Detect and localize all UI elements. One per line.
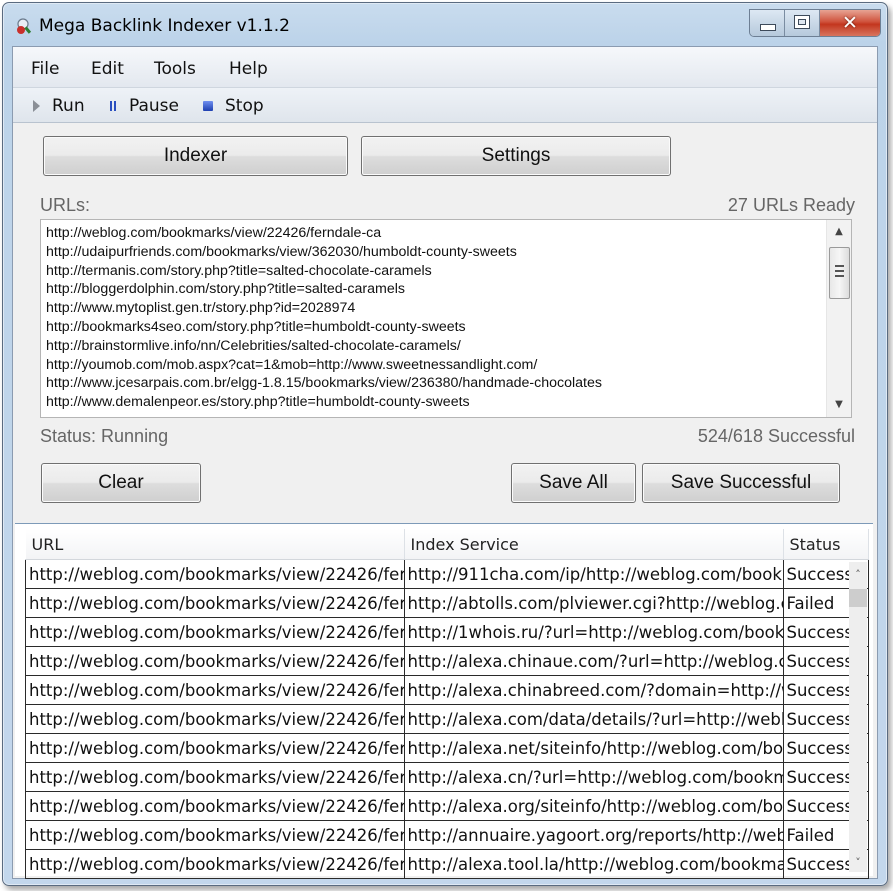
cell-index-service: http://alexa.org/siteinfo/http://weblog.… bbox=[403, 791, 784, 821]
stop-icon bbox=[203, 101, 213, 111]
cell-index-service: http://alexa.tool.la/http://weblog.com/b… bbox=[403, 849, 784, 879]
cell-index-service: http://alexa.cn/?url=http://weblog.com/b… bbox=[403, 762, 784, 792]
table-row[interactable]: http://weblog.com/bookmarks/view/22426/f… bbox=[25, 762, 869, 792]
cell-index-service: http://alexa.chinaue.com/?url=http://web… bbox=[403, 646, 784, 676]
table-row[interactable]: http://weblog.com/bookmarks/view/22426/f… bbox=[25, 617, 869, 647]
table-scroll-thumb[interactable] bbox=[849, 589, 867, 607]
url-line: http://www.mytoplist.gen.tr/story.php?id… bbox=[46, 300, 356, 317]
menu-tools[interactable]: Tools bbox=[154, 59, 196, 79]
table-row[interactable]: http://weblog.com/bookmarks/view/22426/f… bbox=[25, 675, 869, 705]
url-line: http://bookmarks4seo.com/story.php?title… bbox=[46, 318, 466, 335]
url-line: http://termanis.com/story.php?title=salt… bbox=[46, 262, 432, 279]
window-controls: ✕ bbox=[749, 9, 881, 37]
pause-label: Pause bbox=[129, 96, 179, 116]
table-scroll-up-icon[interactable]: ˄ bbox=[849, 566, 867, 584]
save-all-button[interactable]: Save All bbox=[511, 463, 636, 503]
cell-url: http://weblog.com/bookmarks/view/22426/f… bbox=[25, 588, 405, 618]
url-list: http://weblog.com/bookmarks/view/22426/f… bbox=[46, 224, 824, 414]
urls-textarea[interactable]: http://weblog.com/bookmarks/view/22426/f… bbox=[40, 219, 852, 418]
cell-url: http://weblog.com/bookmarks/view/22426/f… bbox=[25, 733, 405, 763]
grip-icon bbox=[835, 265, 844, 277]
menu-file[interactable]: File bbox=[31, 59, 59, 79]
minimize-button[interactable] bbox=[750, 10, 785, 36]
run-button[interactable]: Run bbox=[33, 96, 85, 116]
save-successful-button[interactable]: Save Successful bbox=[642, 463, 840, 503]
cell-url: http://weblog.com/bookmarks/view/22426/f… bbox=[25, 617, 405, 647]
maximize-button[interactable] bbox=[785, 10, 820, 36]
urls-scrollbar[interactable]: ▲ ▼ bbox=[826, 220, 851, 417]
column-header-status[interactable]: Status bbox=[783, 529, 869, 560]
column-header-index-service[interactable]: Index Service bbox=[404, 529, 784, 560]
play-icon bbox=[33, 100, 40, 112]
close-button[interactable]: ✕ bbox=[820, 10, 880, 36]
cell-url: http://weblog.com/bookmarks/view/22426/f… bbox=[25, 820, 405, 850]
results-table: URL Index Service Status http://weblog.c… bbox=[25, 529, 869, 879]
cell-url: http://weblog.com/bookmarks/view/22426/f… bbox=[25, 791, 405, 821]
app-window: Mega Backlink Indexer v1.1.2 ✕ File Edit… bbox=[2, 2, 888, 886]
status-text: Status: Running bbox=[40, 426, 169, 446]
table-scrollbar[interactable]: ˄ ˅ bbox=[849, 562, 867, 872]
table-row[interactable]: http://weblog.com/bookmarks/view/22426/f… bbox=[25, 588, 869, 618]
urls-ready-count: 27 URLs Ready bbox=[727, 195, 855, 215]
minimize-icon bbox=[760, 24, 776, 31]
table-row[interactable]: http://weblog.com/bookmarks/view/22426/f… bbox=[25, 704, 869, 734]
cell-url: http://weblog.com/bookmarks/view/22426/f… bbox=[25, 646, 405, 676]
results-table-container: URL Index Service Status http://weblog.c… bbox=[15, 523, 873, 879]
scroll-thumb[interactable] bbox=[829, 247, 850, 299]
url-line: http://www.salitfood.info/story.php?titl… bbox=[46, 412, 824, 414]
success-count: 524/618 Successful bbox=[697, 426, 855, 446]
table-row[interactable]: http://weblog.com/bookmarks/view/22426/f… bbox=[25, 791, 869, 821]
cell-index-service: http://abtolls.com/plviewer.cgi?http://w… bbox=[403, 588, 784, 618]
table-row[interactable]: http://weblog.com/bookmarks/view/22426/f… bbox=[25, 646, 869, 676]
cell-index-service: http://1whois.ru/?url=http://weblog.com/… bbox=[403, 617, 784, 647]
stop-label: Stop bbox=[225, 96, 264, 116]
url-line: http://bloggerdolphin.com/story.php?titl… bbox=[46, 281, 405, 298]
table-header-row: URL Index Service Status bbox=[25, 529, 869, 560]
title-bar[interactable]: Mega Backlink Indexer v1.1.2 ✕ bbox=[3, 3, 887, 47]
table-row[interactable]: http://weblog.com/bookmarks/view/22426/f… bbox=[25, 733, 869, 763]
cell-url: http://weblog.com/bookmarks/view/22426/f… bbox=[25, 849, 405, 879]
table-body: http://weblog.com/bookmarks/view/22426/f… bbox=[25, 559, 869, 879]
url-line: http://brainstormlive.info/nn/Celebritie… bbox=[46, 337, 461, 354]
run-label: Run bbox=[52, 96, 85, 116]
url-line: http://www.jcesarpais.com.br/elgg-1.8.15… bbox=[46, 375, 602, 392]
cell-index-service: http://alexa.chinabreed.com/?domain=http… bbox=[403, 675, 784, 705]
maximize-icon bbox=[794, 15, 810, 29]
table-row[interactable]: http://weblog.com/bookmarks/view/22426/f… bbox=[25, 559, 869, 589]
urls-label: URLs: bbox=[40, 195, 91, 215]
scroll-down-arrow-icon[interactable]: ▼ bbox=[827, 396, 851, 414]
toolbar: Run Pause Stop bbox=[13, 88, 877, 123]
url-line: http://youmob.com/mob.aspx?cat=1&mob=htt… bbox=[46, 356, 538, 373]
cell-index-service: http://alexa.net/siteinfo/http://weblog.… bbox=[403, 733, 784, 763]
cell-index-service: http://alexa.com/data/details/?url=http:… bbox=[403, 704, 784, 734]
url-line: http://www.demalenpeor.es/story.php?titl… bbox=[46, 394, 470, 411]
pause-icon bbox=[110, 101, 117, 111]
app-logo-icon bbox=[17, 18, 32, 34]
cell-url: http://weblog.com/bookmarks/view/22426/f… bbox=[25, 675, 405, 705]
pause-button[interactable]: Pause bbox=[110, 96, 179, 116]
cell-url: http://weblog.com/bookmarks/view/22426/f… bbox=[25, 559, 405, 589]
table-scroll-down-icon[interactable]: ˅ bbox=[849, 854, 867, 872]
window-title: Mega Backlink Indexer v1.1.2 bbox=[39, 16, 290, 36]
settings-tab-button[interactable]: Settings bbox=[361, 136, 671, 176]
table-row[interactable]: http://weblog.com/bookmarks/view/22426/f… bbox=[25, 820, 869, 850]
indexer-tab-button[interactable]: Indexer bbox=[43, 136, 348, 176]
stop-button[interactable]: Stop bbox=[203, 96, 264, 116]
url-line: http://weblog.com/bookmarks/view/22426/f… bbox=[46, 225, 382, 241]
scroll-up-arrow-icon[interactable]: ▲ bbox=[827, 223, 851, 241]
cell-url: http://weblog.com/bookmarks/view/22426/f… bbox=[25, 704, 405, 734]
url-line: http://udaipurfriends.com/bookmarks/view… bbox=[46, 243, 517, 260]
client-area: File Edit Tools Help Run Pause Stop Inde… bbox=[12, 46, 878, 879]
menu-edit[interactable]: Edit bbox=[91, 59, 124, 79]
menu-bar: File Edit Tools Help bbox=[13, 47, 877, 88]
cell-index-service: http://annuaire.yagoort.org/reports/http… bbox=[403, 820, 784, 850]
close-icon: ✕ bbox=[842, 12, 858, 34]
cell-index-service: http://911cha.com/ip/http://weblog.com/b… bbox=[403, 559, 784, 589]
menu-help[interactable]: Help bbox=[229, 59, 268, 79]
column-header-url[interactable]: URL bbox=[25, 529, 405, 560]
clear-button[interactable]: Clear bbox=[41, 463, 201, 503]
table-row[interactable]: http://weblog.com/bookmarks/view/22426/f… bbox=[25, 849, 869, 879]
cell-url: http://weblog.com/bookmarks/view/22426/f… bbox=[25, 762, 405, 792]
